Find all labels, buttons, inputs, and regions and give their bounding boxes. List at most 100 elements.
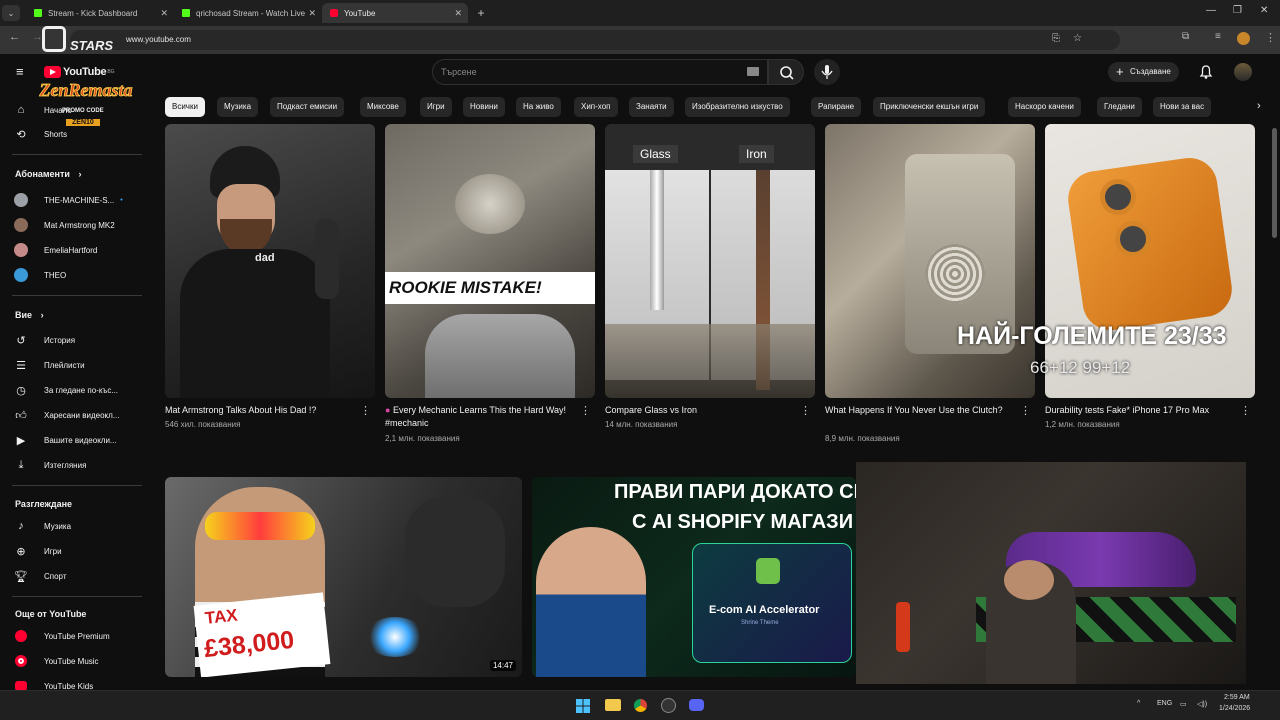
chip[interactable]: Рапиране	[811, 97, 862, 117]
search-input[interactable]	[433, 60, 713, 84]
sidebar-item-sports[interactable]: 🏆︎ Спорт	[14, 566, 67, 586]
chip[interactable]: Занаяти	[629, 97, 674, 117]
chip[interactable]: Новини	[463, 97, 505, 117]
menu-dots-icon[interactable]: ⋮	[1265, 31, 1276, 44]
voice-search-button[interactable]	[814, 59, 840, 85]
omnibox[interactable]: www.youtube.com ⎘ ☆	[70, 30, 1120, 50]
chip[interactable]: Гледани	[1097, 97, 1142, 117]
windows-start-icon[interactable]	[576, 699, 590, 713]
sidebar-item-liked[interactable]: 👍︎ Харесани видеокл...	[14, 405, 119, 425]
tab-youtube[interactable]: YouTube ✕	[322, 3, 468, 23]
video-thumbnail[interactable]: TAX £38,000 14:47	[165, 477, 522, 677]
sidebar-item-playlists[interactable]: ☰ Плейлисти	[14, 355, 85, 375]
account-avatar[interactable]	[1234, 63, 1252, 81]
sidebar-item-watch-later[interactable]: ◷ За гледане по-къс...	[14, 380, 118, 400]
channel-avatar	[14, 243, 28, 257]
more-options-icon[interactable]: ⋮	[1240, 404, 1251, 417]
subscriptions-heading[interactable]: Абонаменти ›	[15, 169, 81, 179]
sidebar-item-sub[interactable]: Mat Armstrong MK2	[14, 215, 115, 235]
sidebar-item-music[interactable]: ♪ Музика	[14, 516, 71, 536]
discord-icon[interactable]	[689, 699, 704, 711]
chip[interactable]: Приключенски екшън игри	[873, 97, 986, 117]
more-options-icon[interactable]: ⋮	[580, 404, 591, 417]
video-title-text: Every Mechanic Learns This the Hard Way!…	[385, 405, 567, 428]
video-title[interactable]: What Happens If You Never Use the Clutch…	[825, 404, 1005, 417]
video-thumbnail[interactable]: ROOKIE MISTAKE!	[385, 124, 595, 398]
obs-icon[interactable]	[661, 698, 676, 713]
tab-search-button[interactable]: ⌄	[2, 5, 20, 21]
minimize-icon[interactable]: —	[1206, 5, 1216, 16]
stream-overlay-logo: STARS ZenRemasta PROMO CODE ZEN10	[36, 24, 136, 134]
chip[interactable]: Музика	[217, 97, 259, 117]
tab-kick-dashboard[interactable]: Stream - Kick Dashboard ✕	[26, 3, 174, 23]
chip[interactable]: Подкаст емисии	[270, 97, 345, 117]
video-thumbnail[interactable]	[1045, 124, 1255, 398]
chip[interactable]: На живо	[516, 97, 561, 117]
maximize-icon[interactable]: ❐	[1233, 5, 1242, 16]
sidebar-item-downloads[interactable]: ⤓ Изтегляния	[14, 455, 87, 475]
chevron-down-icon: ⌄	[7, 8, 15, 18]
close-icon[interactable]: ✕	[454, 8, 462, 19]
explore-heading: Разглеждане	[15, 499, 73, 509]
video-thumbnail[interactable]: ПРАВИ ПАРИ ДОКАТО СПИ С AI SHOPIFY МАГАЗ…	[532, 477, 856, 677]
hamburger-menu-icon[interactable]: ≡	[16, 64, 24, 79]
close-icon[interactable]: ✕	[160, 8, 168, 19]
chip[interactable]: Миксове	[360, 97, 406, 117]
chip-all[interactable]: Всички	[165, 97, 205, 117]
notifications-bell-icon[interactable]	[1198, 64, 1214, 80]
chip[interactable]: Наскоро качени	[1008, 97, 1081, 117]
extensions-icon[interactable]: ⧉	[1182, 31, 1189, 42]
tab-kick-stream[interactable]: qrichosad Stream - Watch Live ✕	[174, 3, 322, 23]
chrome-icon[interactable]	[633, 698, 648, 713]
new-tab-button[interactable]: +	[472, 3, 490, 23]
sidebar-item-sub[interactable]: EmeliaHartford	[14, 240, 97, 260]
create-button[interactable]: + Създаване	[1108, 62, 1179, 82]
more-options-icon[interactable]: ⋮	[1020, 404, 1031, 417]
close-icon[interactable]: ✕	[308, 8, 316, 19]
sidebar-item-gaming[interactable]: ⊕ Игри	[14, 541, 61, 561]
sidebar-item-history[interactable]: ↺ История	[14, 330, 75, 350]
chevron-right-icon[interactable]: ›	[1257, 100, 1261, 112]
search-button[interactable]	[768, 59, 804, 85]
sidebar-item-label: Спорт	[44, 571, 67, 581]
sidebar-item-sub[interactable]: THE-MACHINE-S... •	[14, 190, 123, 210]
you-heading[interactable]: Вие ›	[15, 310, 44, 320]
video-thumbnail[interactable]: Glass Iron	[605, 124, 815, 398]
search-box[interactable]	[432, 59, 768, 85]
clock-date[interactable]: 1/24/2026	[1219, 705, 1250, 712]
install-icon[interactable]: ⎘	[1052, 33, 1060, 44]
chip[interactable]: Нови за вас	[1153, 97, 1212, 117]
chip[interactable]: Игри	[420, 97, 452, 117]
keyboard-icon[interactable]	[747, 67, 759, 76]
volume-icon[interactable]: ◁))	[1197, 700, 1207, 708]
page-scrollbar[interactable]	[1272, 128, 1277, 238]
history-icon: ↺	[16, 334, 26, 347]
video-title[interactable]: ● Every Mechanic Learns This the Hard Wa…	[385, 404, 575, 430]
profile-avatar[interactable]	[1237, 32, 1250, 45]
tray-chevron-icon[interactable]: ^	[1137, 700, 1140, 707]
sidebar-item-your-videos[interactable]: ▶ Вашите видеокли...	[14, 430, 117, 450]
back-icon[interactable]: ←	[9, 31, 20, 43]
language-indicator[interactable]: ENG	[1157, 700, 1172, 707]
video-title[interactable]: Mat Armstrong Talks About His Dad !?	[165, 404, 345, 417]
sidebar-item-premium[interactable]: YouTube Premium	[14, 626, 110, 646]
clock-time[interactable]: 2:59 AM	[1224, 694, 1250, 701]
media-icon[interactable]: ≡	[1215, 31, 1221, 42]
chip[interactable]: Изобразително изкуство	[685, 97, 790, 117]
video-title[interactable]: Durability tests Fake* iPhone 17 Pro Max	[1045, 404, 1235, 417]
more-options-icon[interactable]: ⋮	[800, 404, 811, 417]
sidebar-item-label: Изтегляния	[44, 460, 87, 470]
chip[interactable]: Хип-хоп	[574, 97, 618, 117]
sidebar-item-music-app[interactable]: YouTube Music	[14, 651, 99, 671]
network-icon[interactable]: ▭	[1180, 700, 1187, 708]
file-explorer-icon[interactable]	[605, 699, 621, 711]
video-thumbnail[interactable]	[825, 124, 1035, 398]
video-thumbnail[interactable]: dad	[165, 124, 375, 398]
video-title[interactable]: Compare Glass vs Iron	[605, 404, 785, 417]
more-options-icon[interactable]: ⋮	[360, 404, 371, 417]
channel-avatar	[14, 268, 28, 282]
close-window-icon[interactable]: ✕	[1260, 5, 1268, 16]
bookmark-star-icon[interactable]: ☆	[1073, 33, 1082, 44]
sidebar-item-sub[interactable]: THEO	[14, 265, 66, 285]
card-title: E-com AI Accelerator	[709, 604, 820, 616]
